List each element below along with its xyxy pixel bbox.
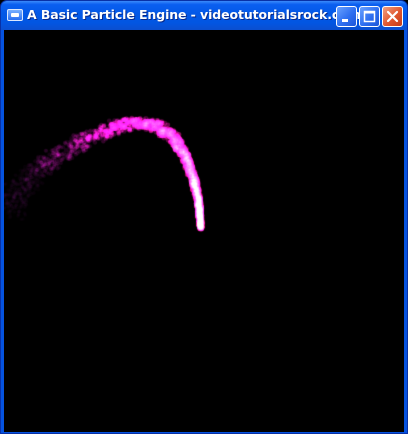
close-icon bbox=[386, 10, 399, 23]
minimize-button[interactable] bbox=[336, 6, 357, 27]
particle-fountain bbox=[4, 30, 404, 432]
opengl-viewport[interactable] bbox=[4, 30, 404, 432]
maximize-icon bbox=[363, 10, 376, 23]
app-window: A Basic Particle Engine - videotutorials… bbox=[0, 0, 408, 434]
close-button[interactable] bbox=[382, 6, 403, 27]
title-bar[interactable]: A Basic Particle Engine - videotutorials… bbox=[1, 1, 407, 30]
maximize-button[interactable] bbox=[359, 6, 380, 27]
window-app-icon[interactable] bbox=[7, 9, 23, 21]
minimize-icon bbox=[342, 19, 348, 22]
window-title: A Basic Particle Engine - videotutorials… bbox=[27, 7, 361, 22]
